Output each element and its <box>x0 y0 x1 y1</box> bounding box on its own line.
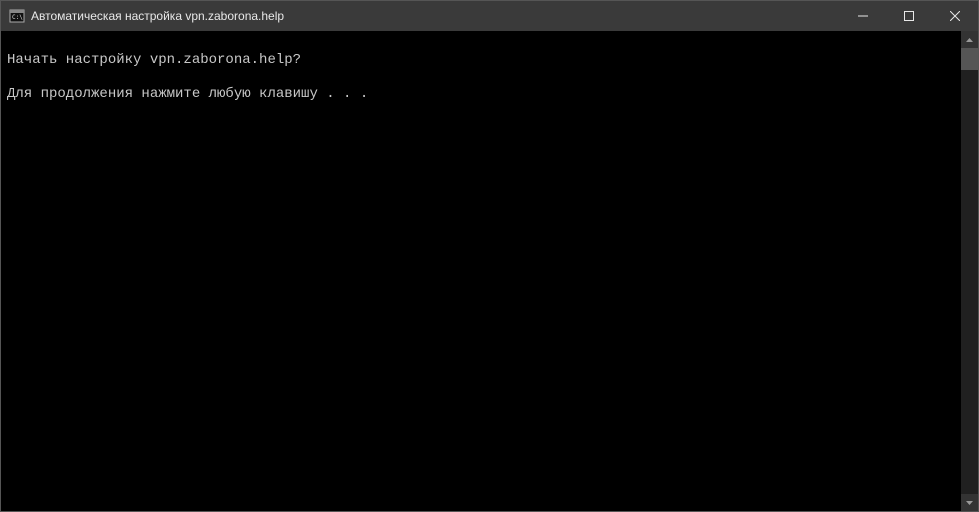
window-controls <box>840 1 978 31</box>
minimize-button[interactable] <box>840 1 886 31</box>
maximize-button[interactable] <box>886 1 932 31</box>
console-output[interactable]: Начать настройку vpn.zaborona.help? Для … <box>1 31 961 511</box>
scroll-up-button[interactable] <box>961 31 978 48</box>
vertical-scrollbar[interactable] <box>961 31 978 511</box>
window-title: Автоматическая настройка vpn.zaborona.he… <box>31 9 840 23</box>
svg-text:C:\: C:\ <box>12 14 23 21</box>
close-button[interactable] <box>932 1 978 31</box>
console-line: Для продолжения нажмите любую клавишу . … <box>7 86 368 102</box>
console-window: C:\ Автоматическая настройка vpn.zaboron… <box>0 0 979 512</box>
app-icon: C:\ <box>9 8 25 24</box>
scroll-thumb[interactable] <box>961 48 978 70</box>
scroll-down-button[interactable] <box>961 494 978 511</box>
content-area: Начать настройку vpn.zaborona.help? Для … <box>1 31 978 511</box>
console-line: Начать настройку vpn.zaborona.help? <box>7 52 301 68</box>
titlebar: C:\ Автоматическая настройка vpn.zaboron… <box>1 1 978 31</box>
scroll-track[interactable] <box>961 48 978 494</box>
